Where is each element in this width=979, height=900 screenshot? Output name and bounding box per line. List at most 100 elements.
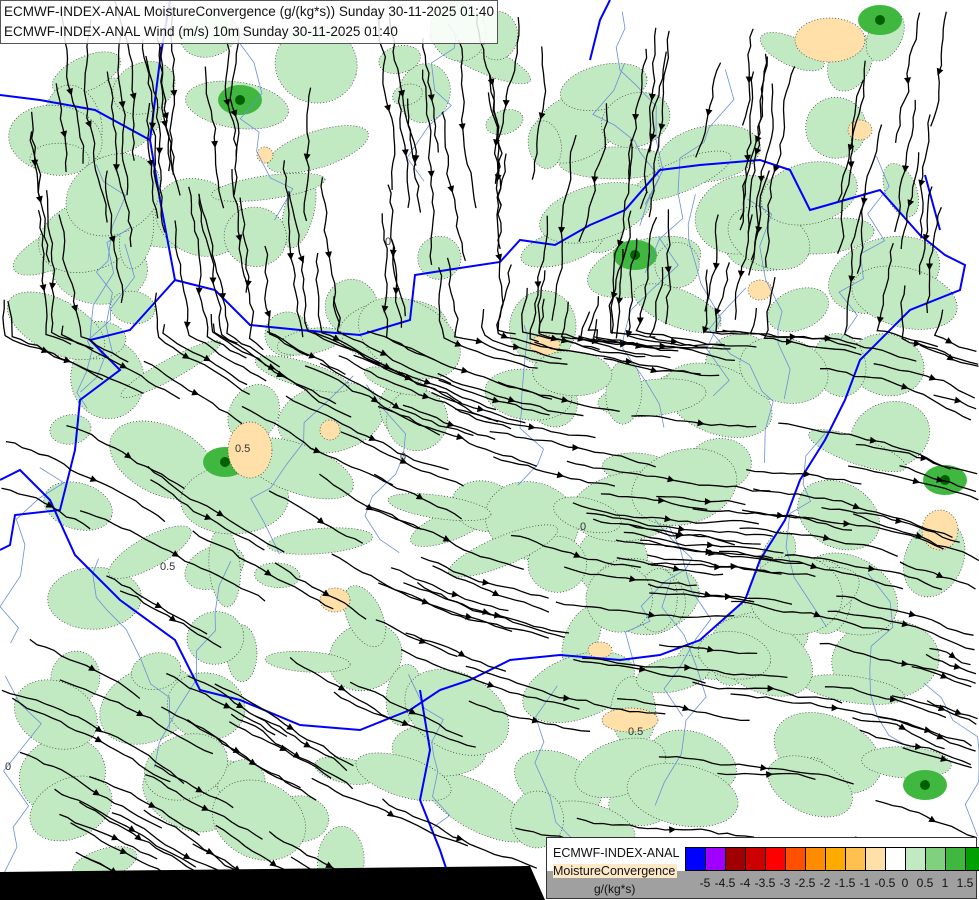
wind-direction-arrow [636, 317, 644, 325]
wind-direction-arrow [386, 810, 395, 817]
wind-direction-arrow [954, 396, 962, 404]
contour-label: 0 [385, 236, 391, 248]
wind-direction-arrow [458, 123, 466, 131]
contour-label: 0 [580, 521, 586, 533]
legend-swatch [866, 848, 886, 870]
positive-convergence-area [49, 414, 92, 445]
wind-direction-arrow [457, 650, 466, 657]
legend-swatch [886, 848, 906, 870]
wind-direction-arrow [389, 249, 397, 257]
negative-convergence-area [319, 419, 341, 441]
contour-label: 0.5 [160, 561, 175, 573]
streamline [378, 582, 549, 639]
positive-convergence-area [266, 125, 369, 174]
legend-tick-label: -3.5 [754, 876, 776, 890]
legend-tick-label: -1 [859, 876, 871, 890]
wind-direction-arrow [456, 433, 464, 440]
legend-swatch [786, 848, 806, 870]
wind-direction-arrow [946, 353, 955, 361]
wind-direction-arrow [482, 608, 490, 615]
legend-swatch [826, 848, 846, 870]
legend-swatch [846, 848, 866, 870]
wind-direction-arrow [183, 321, 191, 329]
wind-direction-arrow [920, 454, 928, 462]
wind-direction-arrow [831, 704, 839, 712]
wind-direction-arrow [451, 590, 460, 598]
streamline [891, 718, 976, 752]
negative-convergence-area [794, 17, 866, 63]
contour-label: 0.5 [235, 443, 250, 455]
legend-swatch [806, 848, 826, 870]
streamline [875, 799, 977, 839]
wind-direction-arrow [714, 563, 722, 571]
convergence-max [220, 457, 230, 467]
wind-direction-arrow [487, 78, 495, 86]
wind-direction-arrow [912, 477, 921, 485]
wind-direction-arrow [591, 176, 599, 184]
wind-direction-arrow [161, 120, 168, 128]
wind-direction-arrow [945, 337, 953, 344]
positive-convergence-area [208, 527, 241, 608]
negative-convergence-area [587, 641, 613, 659]
legend-swatch [946, 848, 966, 870]
wind-direction-arrow [384, 104, 391, 113]
wind-direction-arrow [427, 170, 435, 178]
no-data-area [0, 866, 545, 900]
negative-convergence-area [847, 119, 873, 141]
negative-convergence-area [747, 279, 773, 301]
title-line-1: ECMWF-INDEX-ANAL MoistureConvergence (g/… [4, 4, 494, 19]
wind-direction-arrow [948, 651, 957, 659]
legend-tick-label: -3 [779, 876, 791, 890]
legend-swatch [966, 848, 979, 870]
wind-direction-arrow [303, 741, 312, 748]
wind-direction-arrow [94, 735, 103, 743]
wind-direction-arrow [682, 704, 690, 712]
color-legend: ECMWF-INDEX-ANAL MoistureConvergence g/(… [546, 837, 979, 899]
contour-label: 0 [400, 451, 406, 463]
legend-tick-label: 1.5 [956, 876, 974, 890]
legend-swatch [726, 848, 746, 870]
legend-tick-label: -4.5 [714, 876, 736, 890]
legend-tick-label: -2 [819, 876, 831, 890]
legend-tick-label: -5 [699, 876, 711, 890]
negative-convergence-area [319, 587, 351, 613]
wind-direction-arrow [928, 815, 937, 823]
wind-direction-arrow [908, 610, 917, 618]
legend-swatch [906, 848, 926, 870]
wind-direction-arrow [556, 471, 565, 479]
moisture-convergence-fill [6, 0, 967, 897]
wind-direction-arrow [776, 511, 785, 519]
wind-direction-arrow [209, 277, 217, 285]
wind-direction-arrow [49, 282, 57, 290]
legend-tick-label: 0 [901, 876, 909, 890]
streamline [891, 695, 977, 725]
convergence-max [920, 780, 930, 790]
wind-direction-arrow [156, 147, 164, 155]
legend-swatch [706, 848, 726, 870]
legend-color-boxes [685, 847, 979, 871]
wind-direction-arrow [460, 366, 469, 374]
convergence-max [875, 15, 885, 25]
legend-swatch [746, 848, 766, 870]
country-border [589, 0, 611, 61]
wind-direction-arrow [953, 663, 962, 670]
wind-direction-arrow [287, 252, 295, 261]
legend-swatch [766, 848, 786, 870]
wind-direction-arrow [421, 597, 430, 605]
wind-direction-arrow [447, 185, 455, 193]
wind-direction-arrow [668, 826, 677, 834]
legend-tick-labels: -5-4.5-4-3.5-3-2.5-2-1.5-1-0.500.511.52 [685, 876, 975, 892]
legend-tick-label: -2.5 [794, 876, 816, 890]
legend-swatch [686, 848, 706, 870]
wind-direction-arrow [803, 470, 811, 478]
wind-direction-arrow [572, 443, 580, 451]
wind-direction-arrow [491, 589, 500, 597]
wind-direction-arrow [211, 140, 219, 148]
wind-direction-arrow [111, 833, 119, 841]
legend-tick-label: -0.5 [874, 876, 896, 890]
legend-tick-label: -4 [739, 876, 751, 890]
legend-unit: g/(kg*s) [594, 882, 636, 896]
wind-direction-arrow [847, 161, 855, 169]
wind-direction-arrow [89, 475, 98, 482]
legend-variable: MoistureConvergence [553, 864, 678, 878]
